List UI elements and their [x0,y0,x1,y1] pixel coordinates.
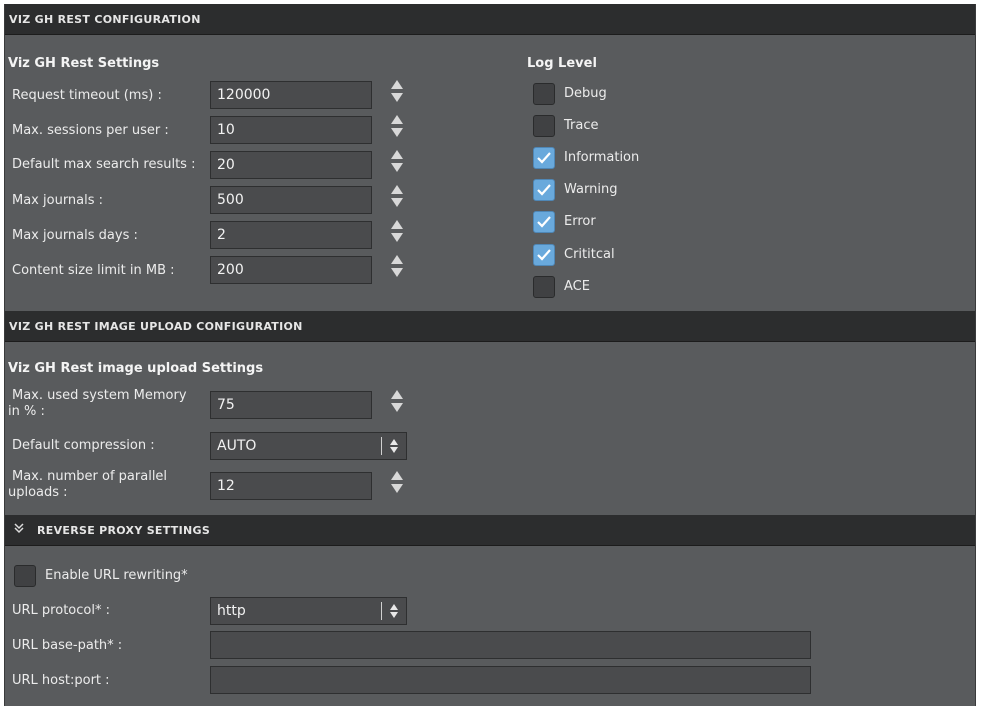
select-arrows-icon [381,437,406,455]
max-journals-days-label: Max journals days : [12,228,138,243]
enable-url-rewriting-checkbox[interactable] [14,565,36,587]
log-trace-label: Trace [564,118,599,133]
check-icon [537,216,551,228]
max-sessions-spinner[interactable] [390,115,404,141]
check-icon [537,184,551,196]
section-title: VIZ GH REST IMAGE UPLOAD CONFIGURATION [9,320,303,333]
enable-url-rewriting-label: Enable URL rewriting* [45,568,188,583]
parallel-uploads-label: Max. number of parallel uploads : [8,469,168,501]
parallel-uploads-input[interactable] [210,472,372,500]
log-critical-checkbox[interactable] [533,244,555,266]
log-error-checkbox[interactable] [533,211,555,233]
max-journals-days-spinner[interactable] [390,220,404,246]
url-host-port-label: URL host:port : [12,673,110,688]
parallel-uploads-spinner[interactable] [390,471,404,497]
check-icon [537,152,551,164]
max-memory-label-line1: Max. used system Memory [12,388,187,403]
request-timeout-spinner[interactable] [390,80,404,106]
log-ace-checkbox[interactable] [533,276,555,298]
log-ace-label: ACE [564,279,590,294]
max-journals-spinner[interactable] [390,185,404,211]
max-journals-days-input[interactable] [210,221,372,249]
url-protocol-label: URL protocol* : [12,603,110,618]
rest-settings-title: Viz GH Rest Settings [8,56,160,71]
section-title: REVERSE PROXY SETTINGS [37,524,211,537]
image-upload-settings-title: Viz GH Rest image upload Settings [8,361,264,376]
max-sessions-input[interactable] [210,116,372,144]
content-size-limit-input[interactable] [210,256,372,284]
section-title: VIZ GH REST CONFIGURATION [9,13,201,26]
section-header-image-upload: VIZ GH REST IMAGE UPLOAD CONFIGURATION [5,311,975,342]
max-memory-label: Max. used system Memory in % : [8,388,187,420]
request-timeout-label: Request timeout (ms) : [12,88,162,103]
check-icon [537,249,551,261]
section-header-reverse-proxy[interactable]: REVERSE PROXY SETTINGS [5,515,975,546]
url-base-path-input[interactable] [210,631,811,659]
default-compression-value: AUTO [217,438,257,454]
log-debug-label: Debug [564,86,607,101]
url-protocol-select[interactable]: http [210,597,407,625]
double-chevron-down-icon[interactable] [13,515,27,546]
default-max-search-input[interactable] [210,151,372,179]
log-error-label: Error [564,214,596,229]
request-timeout-input[interactable] [210,81,372,109]
configuration-panel: VIZ GH REST CONFIGURATION Viz GH Rest Se… [4,4,976,706]
content-size-limit-spinner[interactable] [390,255,404,281]
log-level-title: Log Level [527,56,597,71]
log-trace-checkbox[interactable] [533,115,555,137]
log-warning-label: Warning [564,182,618,197]
default-compression-label: Default compression : [12,438,155,453]
default-compression-select[interactable]: AUTO [210,432,407,460]
log-warning-checkbox[interactable] [533,179,555,201]
select-arrows-icon [381,602,406,620]
default-max-search-spinner[interactable] [390,150,404,176]
max-memory-label-line2: in % : [8,404,45,419]
section-header-rest-config: VIZ GH REST CONFIGURATION [5,4,975,35]
max-journals-label: Max journals : [12,193,104,208]
max-sessions-label: Max. sessions per user : [12,123,169,138]
log-critical-label: Crititcal [564,247,615,262]
url-protocol-value: http [217,603,246,619]
default-max-search-label: Default max search results : [12,157,196,172]
log-debug-checkbox[interactable] [533,83,555,105]
max-memory-spinner[interactable] [390,390,404,416]
max-journals-input[interactable] [210,186,372,214]
max-memory-input[interactable] [210,391,372,419]
url-base-path-label: URL base-path* : [12,638,123,653]
content-size-limit-label: Content size limit in MB : [12,263,175,278]
url-host-port-input[interactable] [210,666,811,694]
parallel-uploads-label-line2: uploads : [8,485,68,500]
log-information-label: Information [564,150,640,165]
parallel-uploads-label-line1: Max. number of parallel [12,469,168,484]
log-information-checkbox[interactable] [533,147,555,169]
